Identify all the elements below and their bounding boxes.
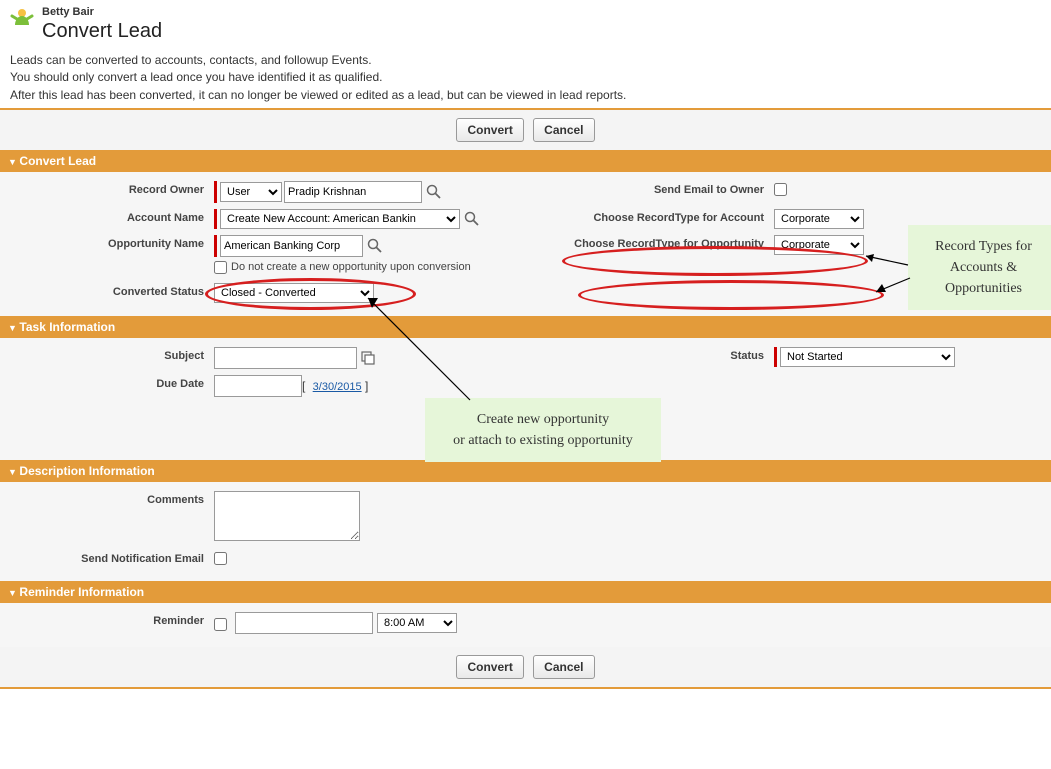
send-email-checkbox[interactable]: [774, 183, 787, 196]
no-create-opp-checkbox[interactable]: [214, 261, 227, 274]
due-date-label: Due Date: [4, 375, 214, 390]
section-header-task-info[interactable]: Task Information: [0, 316, 1051, 338]
section-header-reminder[interactable]: Reminder Information: [0, 581, 1051, 603]
cancel-button-bottom[interactable]: Cancel: [533, 655, 594, 679]
rt-account-select[interactable]: Corporate: [774, 209, 864, 229]
account-name-select[interactable]: Create New Account: American Bankin: [220, 209, 460, 229]
due-date-hint-link[interactable]: 3/30/2015: [313, 381, 362, 393]
intro-line-3: After this lead has been converted, it c…: [10, 87, 1043, 104]
reminder-label: Reminder: [4, 612, 214, 627]
intro-line-2: You should only convert a lead once you …: [10, 69, 1043, 86]
send-email-label: Send Email to Owner: [534, 181, 774, 196]
top-button-bar: Convert Cancel: [0, 108, 1051, 150]
reminder-time-select[interactable]: 8:00 AM: [377, 613, 457, 633]
owner-lookup-icon[interactable]: [425, 183, 443, 201]
annotation-record-types: Record Types for Accounts & Opportunitie…: [908, 225, 1051, 310]
rt-opportunity-label: Choose RecordType for Opportunity: [534, 235, 774, 250]
comments-textarea[interactable]: [214, 491, 360, 541]
task-status-select[interactable]: Not Started: [780, 347, 955, 367]
due-date-input[interactable]: [214, 375, 302, 397]
converted-status-select[interactable]: Closed - Converted: [214, 283, 374, 303]
converted-status-label: Converted Status: [4, 283, 214, 298]
intro-line-1: Leads can be converted to accounts, cont…: [10, 52, 1043, 69]
reminder-date-input[interactable]: [235, 612, 373, 634]
owner-name-input[interactable]: [284, 181, 422, 203]
section-header-convert-lead[interactable]: Convert Lead: [0, 150, 1051, 172]
task-status-label: Status: [534, 347, 774, 362]
page-header: Betty Bair Convert Lead Leads can be con…: [0, 0, 1051, 104]
send-notification-checkbox[interactable]: [214, 552, 227, 565]
rt-account-label: Choose RecordType for Account: [534, 209, 774, 224]
convert-lead-form: Record Owner User Send Email to Owner: [0, 172, 1051, 316]
convert-button-bottom[interactable]: Convert: [456, 655, 523, 679]
lead-name: Betty Bair: [42, 6, 162, 18]
opportunity-lookup-icon[interactable]: [366, 237, 384, 255]
page-title: Convert Lead: [42, 20, 162, 42]
subject-combo-icon[interactable]: [360, 349, 378, 367]
lead-people-icon: [8, 6, 36, 34]
record-owner-label: Record Owner: [4, 181, 214, 196]
rt-opportunity-select[interactable]: Corporate: [774, 235, 864, 255]
description-form: Comments Send Notification Email: [0, 482, 1051, 581]
account-name-label: Account Name: [4, 209, 214, 224]
annotation-opportunity: Create new opportunity or attach to exis…: [425, 398, 661, 462]
opportunity-name-input[interactable]: [220, 235, 363, 257]
bottom-button-bar: Convert Cancel: [0, 647, 1051, 689]
comments-label: Comments: [4, 491, 214, 506]
owner-type-select[interactable]: User: [220, 182, 282, 202]
section-header-description[interactable]: Description Information: [0, 460, 1051, 482]
convert-button-top[interactable]: Convert: [456, 118, 523, 142]
reminder-form: Reminder 8:00 AM: [0, 603, 1051, 647]
subject-label: Subject: [4, 347, 214, 362]
account-lookup-icon[interactable]: [463, 210, 481, 228]
no-create-opp-label: Do not create a new opportunity upon con…: [231, 261, 471, 273]
send-notification-label: Send Notification Email: [4, 550, 214, 565]
subject-input[interactable]: [214, 347, 357, 369]
reminder-checkbox[interactable]: [214, 618, 227, 631]
opportunity-name-label: Opportunity Name: [4, 235, 214, 250]
cancel-button-top[interactable]: Cancel: [533, 118, 594, 142]
